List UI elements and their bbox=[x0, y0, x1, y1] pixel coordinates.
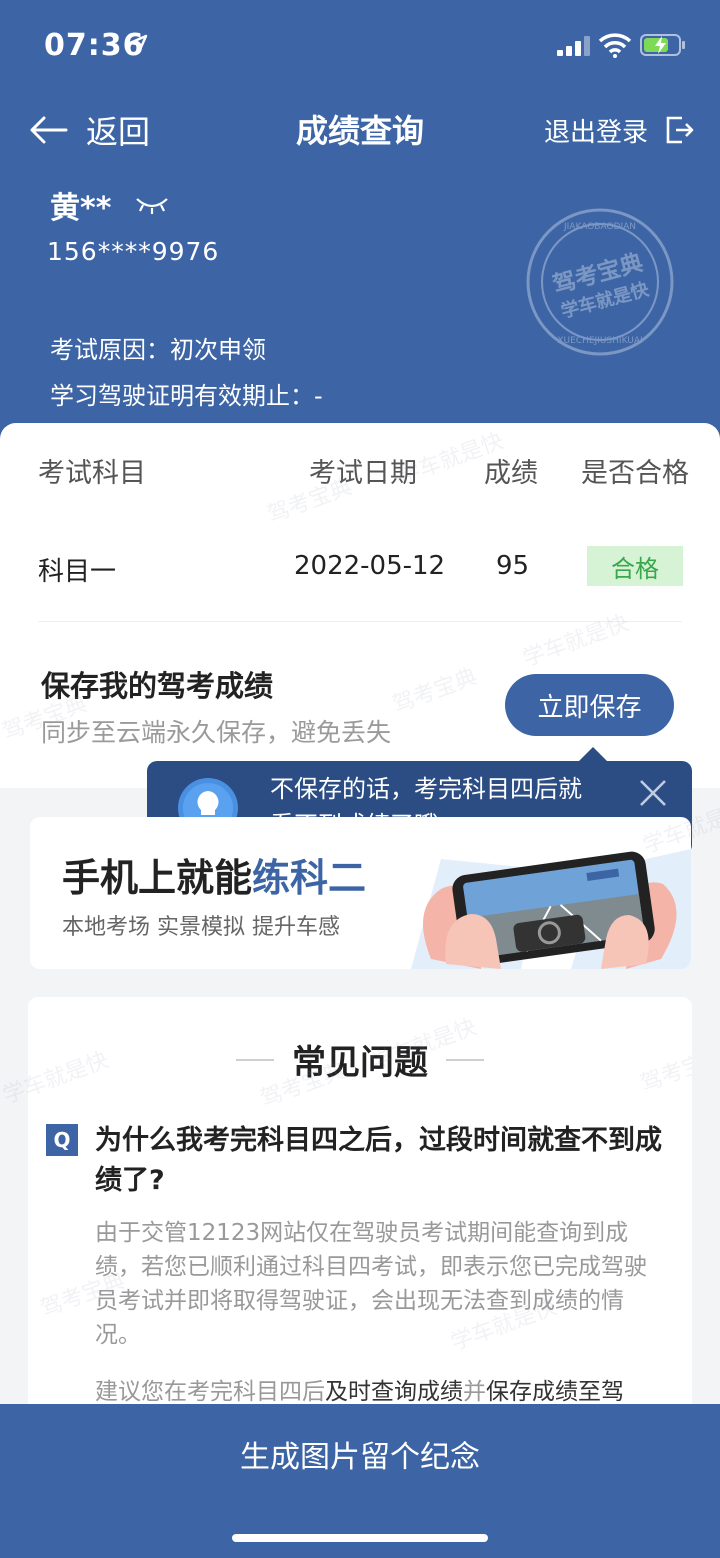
location-arrow-icon bbox=[128, 34, 148, 54]
back-button[interactable]: 返回 bbox=[28, 108, 150, 152]
logout-label: 退出登录 bbox=[543, 117, 648, 148]
header: 07:36 返回 成绩查询 退出登录 黄** 156****9976 考试原因：… bbox=[0, 0, 720, 460]
header-pass: 是否合格 bbox=[581, 458, 689, 489]
faq-section: 常见问题 Q 为什么我考完科目四之后，过段时间就查不到成绩了? 由于交管1212… bbox=[28, 997, 692, 1417]
faq-question: 为什么我考完科目四之后，过段时间就查不到成绩了? bbox=[95, 1125, 662, 1196]
bottom-bar: 生成图片留个纪念 bbox=[0, 1404, 720, 1558]
back-arrow-icon bbox=[30, 116, 68, 144]
answer2-part-d: 保存成绩至驾 bbox=[486, 1379, 624, 1405]
exam-reason: 考试原因：初次申领 bbox=[50, 336, 266, 364]
row-date: 2022-05-12 bbox=[294, 551, 446, 581]
faq-title: 常见问题 bbox=[292, 1043, 428, 1083]
logout-button[interactable]: 退出登录 bbox=[544, 108, 694, 152]
jiakaobaodian-stamp-logo: JIAKAOBAODIAN 驾考宝典 学车就是快 XUECHEJIUSHIKUA… bbox=[526, 208, 674, 356]
header-subject: 考试科目 bbox=[38, 458, 146, 489]
permit-validity: 学习驾驶证明有效期止：- bbox=[50, 382, 323, 410]
status-bar: 07:36 bbox=[0, 0, 720, 90]
header-score: 成绩 bbox=[484, 458, 538, 489]
promo-title: 手机上就能练科二 bbox=[62, 847, 366, 902]
promo-subtitle: 本地考场 实景模拟 提升车感 bbox=[62, 915, 340, 940]
header-date: 考试日期 bbox=[309, 458, 417, 489]
user-name-text: 黄** bbox=[50, 191, 112, 226]
faq-divider-right bbox=[446, 1058, 484, 1061]
answer2-part-c: 并 bbox=[463, 1379, 486, 1405]
score-card: 考试科目 考试日期 成绩 是否合格 科目一 2022-05-12 95 合格 保… bbox=[0, 423, 720, 788]
save-title: 保存我的驾考成绩 bbox=[41, 669, 274, 703]
svg-text:XUECHEJIUSHIKUAI: XUECHEJIUSHIKUAI bbox=[557, 336, 642, 346]
user-phone: 156****9976 bbox=[47, 237, 220, 266]
close-icon[interactable] bbox=[637, 777, 669, 809]
promo-title-highlight: 练科二 bbox=[252, 856, 367, 900]
divider bbox=[38, 621, 682, 622]
faq-divider-left bbox=[236, 1058, 274, 1061]
nav-bar: 返回 成绩查询 退出登录 bbox=[0, 100, 720, 160]
practice-promo-banner[interactable]: 手机上就能练科二 本地考场 实景模拟 提升车感 bbox=[30, 817, 691, 969]
faq-answer: 由于交管12123网站仅在驾驶员考试期间能查询到成绩，若您已顺利通过科目四考试，… bbox=[95, 1220, 647, 1348]
watermark: 学车就是快 bbox=[519, 610, 632, 672]
question-badge: Q bbox=[46, 1124, 78, 1156]
tooltip-line1: 不保存的话，考完科目四后就 bbox=[270, 775, 582, 803]
pass-badge: 合格 bbox=[587, 546, 683, 586]
eye-closed-icon[interactable] bbox=[135, 195, 169, 215]
home-indicator[interactable] bbox=[232, 1534, 488, 1542]
watermark: 驾考宝典 bbox=[389, 664, 481, 719]
answer2-part-b: 及时查询成绩 bbox=[325, 1379, 463, 1405]
back-label: 返回 bbox=[86, 113, 151, 151]
generate-image-button[interactable]: 生成图片留个纪念 bbox=[0, 1432, 720, 1476]
row-score: 95 bbox=[496, 551, 530, 581]
battery-icon bbox=[640, 34, 685, 56]
driving-game-phone-illustration bbox=[411, 849, 691, 969]
user-name: 黄** bbox=[50, 183, 169, 227]
faq-heading: 常见问题 bbox=[28, 1035, 692, 1084]
row-subject: 科目一 bbox=[38, 557, 117, 587]
logout-icon bbox=[666, 116, 694, 144]
answer2-part-a: 建议您在考完科目四后 bbox=[95, 1379, 325, 1405]
cellular-signal-icon bbox=[557, 36, 590, 56]
svg-text:JIAKAOBAODIAN: JIAKAOBAODIAN bbox=[563, 222, 636, 232]
save-subtitle: 同步至云端永久保存，避免丢失 bbox=[41, 718, 392, 747]
save-now-button[interactable]: 立即保存 bbox=[505, 674, 674, 736]
promo-title-prefix: 手机上就能 bbox=[62, 856, 253, 900]
wifi-icon bbox=[598, 33, 632, 58]
